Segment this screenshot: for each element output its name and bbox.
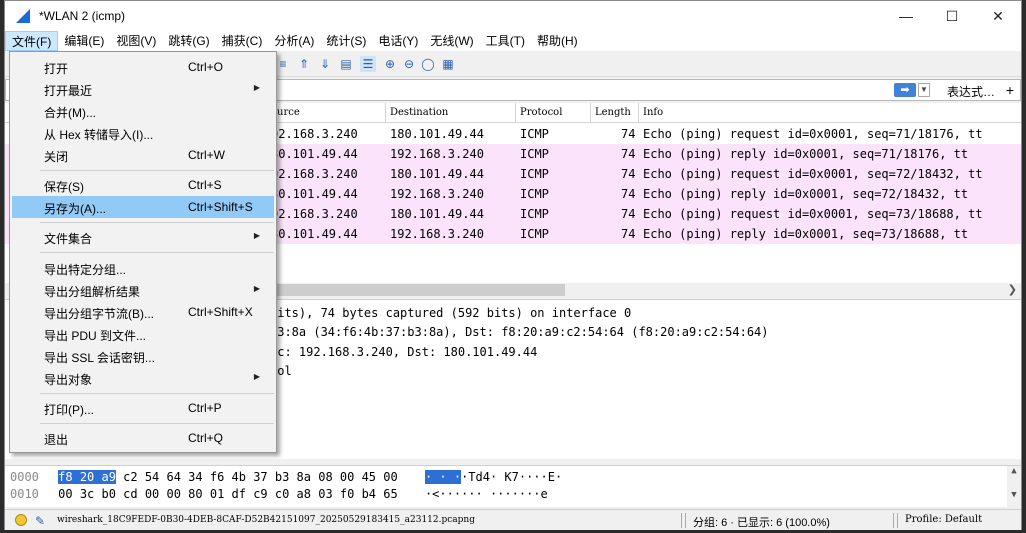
expert-info-led-icon[interactable]	[15, 514, 27, 526]
menu-item-quit[interactable]: 退出 Ctrl+Q	[12, 427, 274, 449]
go-top-icon[interactable]: ⇑	[296, 56, 312, 72]
menu-item-save[interactable]: 保存(S) Ctrl+S	[12, 174, 274, 196]
edit-comment-icon[interactable]: ✎	[35, 514, 45, 528]
submenu-arrow-icon: ▶	[253, 231, 260, 240]
menu-item-save-as[interactable]: 另存为(A)... Ctrl+Shift+S	[12, 196, 274, 218]
menu-bar: 文件(F) 编辑(E) 视图(V) 跳转(G) 捕获(C) 分析(A) 统计(S…	[5, 31, 1021, 51]
menu-edit[interactable]: 编辑(E)	[58, 31, 110, 51]
menu-capture[interactable]: 捕获(C)	[216, 31, 269, 51]
capture-file-name: wireshark_18C9FEDF-0B30-4DEB-8CAF-D52B42…	[57, 515, 475, 525]
submenu-arrow-icon: ▶	[253, 83, 260, 92]
window-title: *WLAN 2 (icmp)	[39, 9, 126, 23]
status-bar: ✎ wireshark_18C9FEDF-0B30-4DEB-8CAF-D52B…	[5, 509, 1021, 530]
menu-item-open[interactable]: 打开 Ctrl+O	[12, 56, 274, 78]
menu-item-print[interactable]: 打印(P)... Ctrl+P	[12, 397, 274, 419]
menu-item-close[interactable]: 关闭 Ctrl+W	[12, 144, 274, 166]
scroll-right-icon[interactable]: ❯	[1008, 283, 1017, 296]
bytes-vscroll[interactable]: ▲ ▼	[1007, 466, 1021, 508]
menu-separator	[40, 393, 274, 394]
resize-columns-icon[interactable]: ▦	[440, 56, 456, 72]
submenu-arrow-icon: ▶	[253, 372, 260, 381]
apply-filter-arrow-icon[interactable]: ➡	[894, 83, 916, 97]
menu-item-export-specified[interactable]: 导出特定分组...	[12, 257, 274, 279]
expression-button[interactable]: 表达式…	[947, 83, 995, 100]
menu-analyze[interactable]: 分析(A)	[268, 31, 320, 51]
menu-telephony[interactable]: 电话(Y)	[372, 31, 424, 51]
minimize-button[interactable]: —	[883, 1, 929, 31]
detail-ethernet[interactable]: b3:8a (34:f6:4b:37:b3:8a), Dst: f8:20:a9…	[270, 325, 769, 339]
menu-item-export-dissections[interactable]: 导出分组解析结果 ▶	[12, 279, 274, 301]
scroll-up-icon[interactable]: ▲	[1007, 466, 1021, 476]
col-protocol[interactable]: Protocol	[520, 107, 562, 118]
menu-tools[interactable]: 工具(T)	[480, 31, 531, 51]
menu-help[interactable]: 帮助(H)	[531, 31, 584, 51]
menu-separator	[40, 423, 274, 424]
menu-file[interactable]: 文件(F)	[5, 31, 59, 51]
file-menu-dropdown: 打开 Ctrl+O 打开最近 ▶ 合并(M)... 从 Hex 转储导入(I).…	[9, 51, 277, 453]
menu-separator	[40, 252, 274, 253]
menu-item-open-recent[interactable]: 打开最近 ▶	[12, 78, 274, 100]
scroll-down-icon[interactable]: ▼	[1007, 490, 1021, 500]
col-source[interactable]: urce	[277, 107, 300, 118]
go-bottom-icon[interactable]: ⇓	[317, 56, 333, 72]
bytes-row[interactable]: 0000 f8 20 a9 c2 54 64 34 f6 4b 37 b3 8a…	[10, 470, 562, 486]
detail-ip[interactable]: rc: 192.168.3.240, Dst: 180.101.49.44	[270, 345, 537, 359]
profile-indicator[interactable]: Profile: Default	[905, 514, 982, 525]
close-button[interactable]: ✕	[975, 1, 1021, 31]
menu-item-export-objects[interactable]: 导出对象 ▶	[12, 367, 274, 389]
menu-item-export-ssl-keys[interactable]: 导出 SSL 会话密钥...	[12, 345, 274, 367]
zoom-out-icon[interactable]: ⊖	[401, 56, 417, 72]
menu-item-file-set[interactable]: 文件集合 ▶	[12, 226, 274, 248]
packet-bytes-pane: 0000 f8 20 a9 c2 54 64 34 f6 4b 37 b3 8a…	[5, 465, 1021, 508]
wireshark-window: *WLAN 2 (icmp) — ☐ ✕ 文件(F) 编辑(E) 视图(V) 跳…	[4, 0, 1022, 530]
menu-item-merge[interactable]: 合并(M)...	[12, 100, 274, 122]
zoom-normal-icon[interactable]: ◯	[420, 56, 436, 72]
wireshark-fin-icon	[16, 9, 30, 23]
detail-frame[interactable]: bits), 74 bytes captured (592 bits) on i…	[270, 306, 631, 320]
add-filter-button[interactable]: +	[1006, 82, 1014, 98]
col-info[interactable]: Info	[643, 107, 663, 118]
col-length[interactable]: Length	[595, 107, 631, 118]
menu-statistics[interactable]: 统计(S)	[320, 31, 372, 51]
title-bar[interactable]: *WLAN 2 (icmp) — ☐ ✕	[5, 1, 1021, 31]
auto-scroll-icon[interactable]: ▤	[338, 56, 354, 72]
zoom-in-icon[interactable]: ⊕	[382, 56, 398, 72]
bytes-row[interactable]: 0010 00 3c b0 cd 00 00 80 01 df c9 c0 a8…	[10, 487, 548, 503]
col-destination[interactable]: Destination	[390, 107, 448, 118]
maximize-button[interactable]: ☐	[929, 1, 975, 31]
menu-view[interactable]: 视图(V)	[110, 31, 162, 51]
colorize-icon[interactable]: ☰	[360, 56, 376, 72]
submenu-arrow-icon: ▶	[253, 284, 260, 293]
menu-item-import-hex[interactable]: 从 Hex 转储导入(I)...	[12, 122, 274, 144]
menu-wireless[interactable]: 无线(W)	[424, 31, 479, 51]
hscroll-thumb[interactable]	[265, 284, 565, 296]
filter-dropdown-icon[interactable]: ▼	[918, 83, 930, 97]
packet-count: 分组: 6 · 已显示: 6 (100.0%)	[693, 517, 830, 529]
menu-item-export-pdu[interactable]: 导出 PDU 到文件...	[12, 323, 274, 345]
menu-separator	[40, 170, 274, 171]
menu-go[interactable]: 跳转(G)	[162, 31, 215, 51]
menu-separator	[40, 222, 274, 223]
go-first-icon[interactable]: ≡	[275, 56, 291, 72]
menu-item-export-bytes[interactable]: 导出分组字节流(B)... Ctrl+Shift+X	[12, 301, 274, 323]
